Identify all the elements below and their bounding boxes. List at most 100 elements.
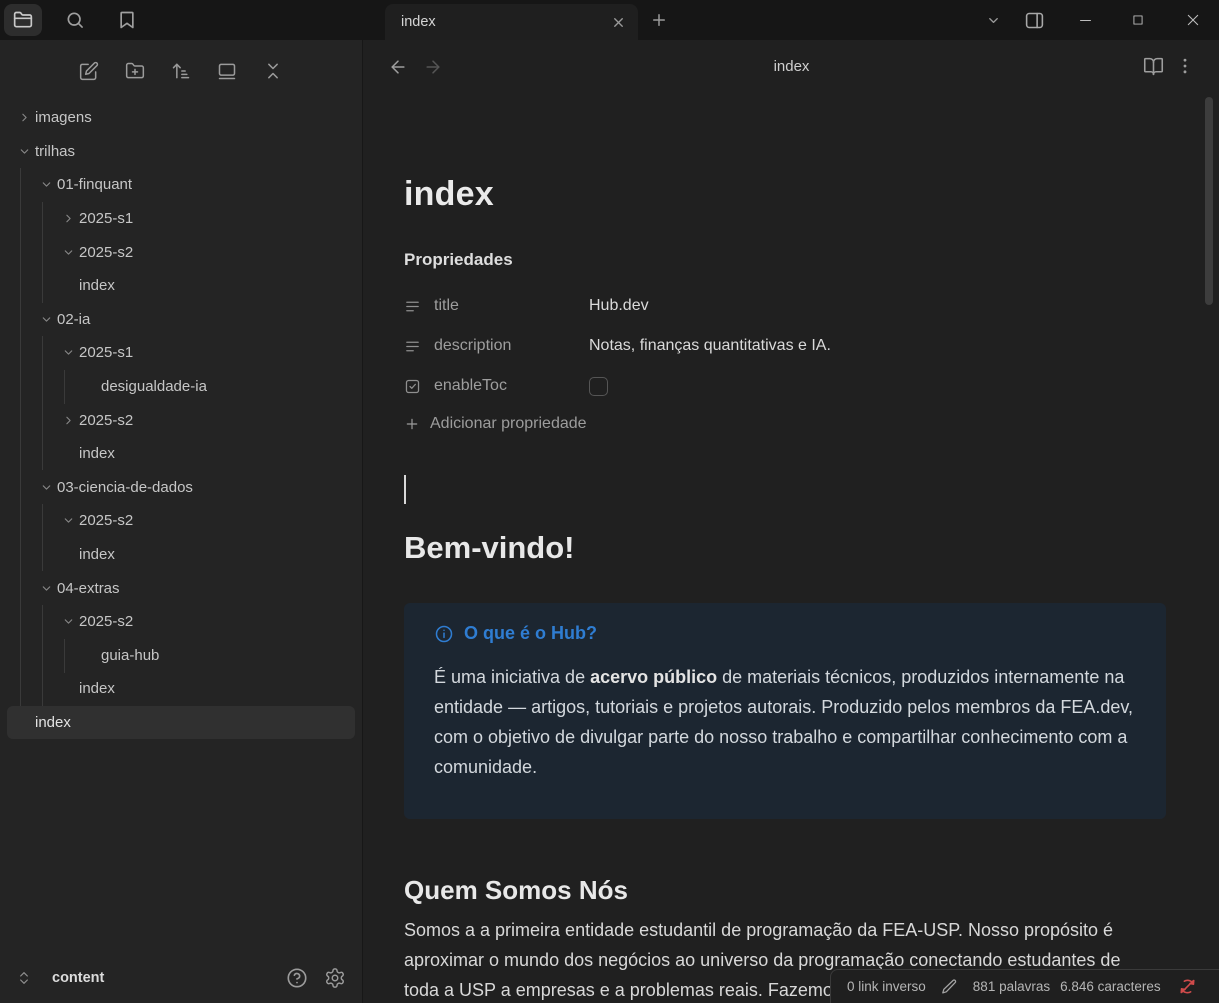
heading-quem-somos[interactable]: Quem Somos Nós: [404, 875, 628, 906]
properties-heading[interactable]: Propriedades: [404, 250, 513, 270]
scrollbar-thumb[interactable]: [1205, 97, 1213, 305]
tree-item-folder[interactable]: 01-finquant: [7, 168, 355, 202]
checkbox-property-icon[interactable]: [404, 378, 422, 395]
text-property-icon[interactable]: [404, 338, 422, 355]
help-icon[interactable]: [286, 967, 308, 989]
property-value[interactable]: Notas, finanças quantitativas e IA.: [589, 337, 831, 355]
sort-order-icon[interactable]: [168, 58, 194, 84]
property-row[interactable]: enableToc: [404, 366, 1166, 406]
chevron-down-icon[interactable]: [36, 481, 57, 494]
sync-disabled-icon[interactable]: [1178, 977, 1197, 996]
file-tree: imagens trilhas 01-finquant 2025-s1 2025…: [0, 101, 362, 761]
chevron-down-icon[interactable]: [14, 145, 35, 158]
tree-item-label: index: [79, 445, 115, 462]
property-value[interactable]: Hub.dev: [589, 297, 649, 315]
tree-item-folder[interactable]: 2025-s2: [7, 403, 355, 437]
pane-header: index: [364, 40, 1219, 95]
tab-list-chevron-icon[interactable]: [981, 0, 1005, 40]
backlinks-count[interactable]: 0 link inverso: [847, 979, 926, 994]
tree-item-folder[interactable]: 02-ia: [7, 303, 355, 337]
vault-row: content: [0, 953, 362, 1003]
tree-item-folder[interactable]: 2025-s1: [7, 336, 355, 370]
toggle-right-sidebar-icon[interactable]: [1022, 0, 1046, 40]
status-bar: 0 link inverso 881 palavras 6.846 caract…: [830, 969, 1219, 1003]
collapse-all-icon[interactable]: [260, 58, 286, 84]
tree-item-folder[interactable]: 04-extras: [7, 571, 355, 605]
tree-item-file[interactable]: guia-hub: [7, 639, 355, 673]
obsidian-window: index imagens trilhas: [0, 0, 1219, 1003]
tree-item-file[interactable]: index: [7, 437, 355, 471]
maximize-button[interactable]: [1115, 0, 1161, 40]
more-options-icon[interactable]: [1175, 56, 1195, 76]
tree-item-folder[interactable]: 2025-s2: [7, 504, 355, 538]
new-folder-icon[interactable]: [122, 58, 148, 84]
note-editor[interactable]: index Propriedades title Hub.dev descrip…: [404, 175, 1166, 1003]
text-property-icon[interactable]: [404, 298, 422, 315]
tree-item-label: index: [79, 680, 115, 697]
close-button[interactable]: [1170, 0, 1216, 40]
chevron-down-icon[interactable]: [36, 582, 57, 595]
tree-item-folder[interactable]: 2025-s1: [7, 202, 355, 236]
character-count: 6.846 caracteres: [1060, 979, 1161, 994]
tree-item-file[interactable]: index: [7, 672, 355, 706]
vault-switcher-icon[interactable]: [16, 970, 36, 986]
files-tab-button[interactable]: [4, 4, 42, 36]
minimize-button[interactable]: [1062, 0, 1108, 40]
tree-item-folder[interactable]: imagens: [7, 101, 355, 135]
tree-item-folder[interactable]: trilhas: [7, 135, 355, 169]
tab-close-icon[interactable]: [609, 13, 628, 32]
settings-gear-icon[interactable]: [324, 967, 346, 989]
tree-item-label: 2025-s1: [79, 344, 133, 361]
chevron-down-icon[interactable]: [36, 178, 57, 191]
file-explorer-actions: [0, 52, 362, 90]
folder-icon: [13, 10, 33, 30]
sidebar-tab-switcher: [0, 0, 146, 40]
new-note-icon[interactable]: [76, 58, 102, 84]
tab-title: index: [401, 14, 609, 30]
chevron-down-icon[interactable]: [36, 313, 57, 326]
reading-mode-book-icon[interactable]: [1143, 56, 1164, 77]
callout-title-row: O que é o Hub?: [434, 623, 1136, 644]
edit-mode-pencil-icon[interactable]: [941, 978, 958, 995]
title-bar: index: [0, 0, 1219, 40]
property-row[interactable]: title Hub.dev: [404, 286, 1166, 326]
property-name[interactable]: description: [434, 337, 511, 355]
property-name[interactable]: enableToc: [434, 377, 507, 395]
callout-body: É uma iniciativa de acervo público de ma…: [434, 662, 1136, 782]
tree-item-label: 2025-s2: [79, 613, 133, 630]
tree-item-file-selected[interactable]: index: [7, 706, 355, 740]
enabletoc-checkbox[interactable]: [589, 377, 608, 396]
search-icon: [65, 10, 85, 30]
tab-index[interactable]: index: [385, 4, 638, 40]
tree-item-label: guia-hub: [101, 647, 159, 664]
bookmarks-tab-button[interactable]: [108, 4, 146, 36]
chevron-down-icon[interactable]: [58, 514, 79, 527]
tree-item-label: desigualdade-ia: [101, 378, 207, 395]
vault-name[interactable]: content: [46, 970, 276, 986]
tree-item-folder[interactable]: 03-ciencia-de-dados: [7, 471, 355, 505]
property-row[interactable]: description Notas, finanças quantitativa…: [404, 326, 1166, 366]
heading-bem-vindo[interactable]: Bem-vindo!: [404, 530, 575, 566]
add-property-button[interactable]: Adicionar propriedade: [404, 415, 587, 433]
bookmark-icon: [117, 10, 137, 30]
tree-item-folder[interactable]: 2025-s2: [7, 605, 355, 639]
tree-item-label: 2025-s1: [79, 210, 133, 227]
chevron-right-icon[interactable]: [14, 111, 35, 124]
tree-item-file[interactable]: desigualdade-ia: [7, 370, 355, 404]
note-title[interactable]: index: [404, 175, 494, 214]
chevron-down-icon[interactable]: [58, 246, 79, 259]
tree-item-label: index: [79, 546, 115, 563]
search-tab-button[interactable]: [56, 4, 94, 36]
tree-item-file[interactable]: index: [7, 269, 355, 303]
chevron-right-icon[interactable]: [58, 414, 79, 427]
property-name[interactable]: title: [434, 297, 459, 315]
info-callout[interactable]: O que é o Hub? É uma iniciativa de acerv…: [404, 603, 1166, 819]
panel-toggle-icon[interactable]: [214, 58, 240, 84]
new-tab-button[interactable]: [650, 11, 668, 29]
tree-item-folder[interactable]: 2025-s2: [7, 235, 355, 269]
chevron-down-icon[interactable]: [58, 615, 79, 628]
chevron-down-icon[interactable]: [58, 346, 79, 359]
tree-item-file[interactable]: index: [7, 538, 355, 572]
chevron-right-icon[interactable]: [58, 212, 79, 225]
callout-title: O que é o Hub?: [464, 623, 597, 644]
